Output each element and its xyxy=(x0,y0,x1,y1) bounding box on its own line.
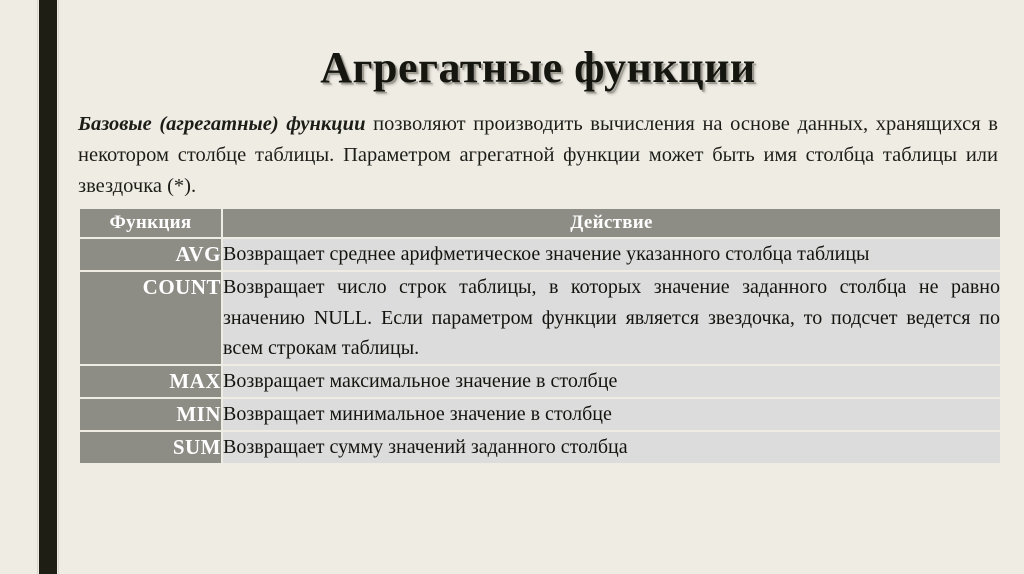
cell-function-name: COUNT xyxy=(80,272,221,364)
cell-function-name: MAX xyxy=(80,365,221,397)
slide-canvas: Агрегатные функции Базовые (агрегатные) … xyxy=(0,0,1024,574)
table-row: AVG Возвращает среднее арифметическое зн… xyxy=(80,239,1000,270)
cell-function-name: MIN xyxy=(80,398,221,430)
left-accent-hairline-outer xyxy=(37,0,38,574)
cell-function-description: Возвращает число строк таблицы, в которы… xyxy=(223,272,1000,364)
table-row: SUM Возвращает сумму значений заданного … xyxy=(80,431,1000,463)
page-title: Агрегатные функции xyxy=(320,43,756,93)
table-header-row: Функция Действие xyxy=(80,209,1000,237)
column-header-function: Функция xyxy=(80,209,221,237)
cell-function-description: Возвращает максимальное значение в столб… xyxy=(223,365,1000,397)
cell-function-name: AVG xyxy=(80,239,221,270)
cell-function-description: Возвращает сумму значений заданного стол… xyxy=(223,431,1000,463)
cell-function-description: Возвращает минимальное значение в столбц… xyxy=(223,398,1000,430)
column-header-action: Действие xyxy=(223,209,1000,237)
table-row: MIN Возвращает минимальное значение в ст… xyxy=(80,398,1000,430)
aggregate-functions-table: Функция Действие AVG Возвращает среднее … xyxy=(78,207,1002,465)
table-row: COUNT Возвращает число строк таблицы, в … xyxy=(80,272,1000,364)
intro-paragraph-lead: Базовые (агрегатные) функции xyxy=(78,112,366,135)
cell-function-name: SUM xyxy=(80,431,221,463)
left-accent-stripe xyxy=(39,0,57,574)
table-row: MAX Возвращает максимальное значение в с… xyxy=(80,365,1000,397)
left-accent-hairline-inner xyxy=(58,0,59,574)
intro-paragraph: Базовые (агрегатные) функции позволяют п… xyxy=(78,109,998,202)
cell-function-description: Возвращает среднее арифметическое значен… xyxy=(223,239,1000,270)
